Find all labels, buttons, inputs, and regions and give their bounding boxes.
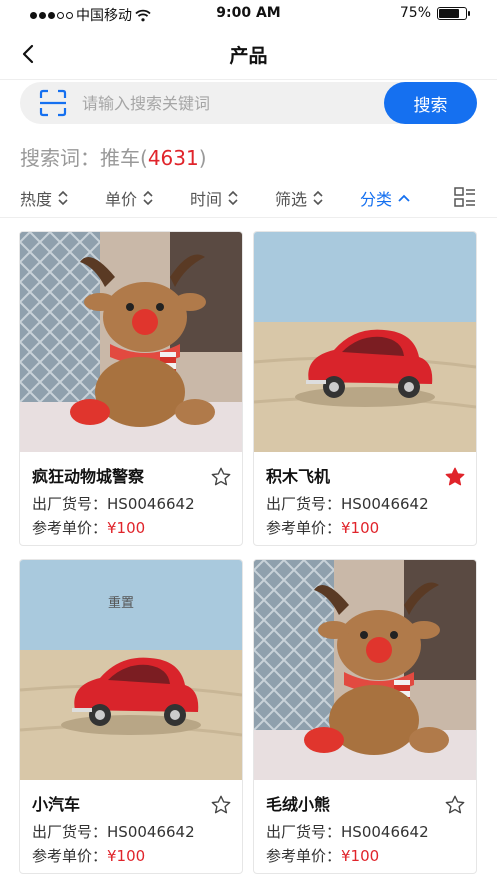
product-price-value: ¥100 xyxy=(341,847,380,865)
product-code: 出厂货号：HS0046642 xyxy=(266,821,429,842)
sort-filter-label: 筛选 xyxy=(275,190,308,209)
product-price: 参考单价：¥100 xyxy=(266,517,379,538)
star-filled-icon[interactable] xyxy=(444,466,466,488)
sort-updown-icon xyxy=(58,190,68,206)
product-code-value: HS0046642 xyxy=(107,823,195,841)
result-count: 4631 xyxy=(147,146,199,170)
product-code-label: 出厂货号： xyxy=(32,823,108,841)
sort-price-label: 单价 xyxy=(105,190,138,209)
product-name: 小汽车 xyxy=(32,795,81,814)
page-title: 产品 xyxy=(229,45,268,67)
search-bar: 搜索 xyxy=(20,82,477,124)
product-code-value: HS0046642 xyxy=(107,495,195,513)
sort-hot[interactable]: 热度 xyxy=(20,186,69,210)
sort-time-label: 时间 xyxy=(190,190,223,209)
search-keyword-summary: 搜索词：推车(4631) xyxy=(20,146,207,170)
sort-updown-icon xyxy=(313,190,323,206)
product-image xyxy=(254,560,476,780)
product-price-value: ¥100 xyxy=(341,519,380,537)
product-code-value: HS0046642 xyxy=(341,823,429,841)
battery-percent: 75% xyxy=(399,5,431,21)
product-price-label: 参考单价： xyxy=(266,519,342,537)
keyword-label: 搜索词： xyxy=(20,146,100,170)
search-input[interactable] xyxy=(82,90,382,116)
nav-bar: 产品 xyxy=(0,28,497,80)
sort-category-label: 分类 xyxy=(360,190,393,209)
scan-icon xyxy=(39,89,67,117)
star-outline-icon[interactable] xyxy=(210,794,232,816)
product-code-label: 出厂货号： xyxy=(266,823,342,841)
layout-toggle-button[interactable] xyxy=(453,185,477,209)
sort-time[interactable]: 时间 xyxy=(190,186,239,210)
battery-info: 75% xyxy=(399,5,470,21)
product-price-label: 参考单价： xyxy=(32,519,108,537)
battery-icon xyxy=(437,6,470,20)
product-image xyxy=(254,232,476,452)
product-card[interactable]: 毛绒小熊 出厂货号：HS0046642 参考单价：¥100 xyxy=(253,559,477,874)
product-name: 疯狂动物城警察 xyxy=(32,467,145,486)
product-image xyxy=(20,232,242,452)
product-price-value: ¥100 xyxy=(107,847,146,865)
sort-price[interactable]: 单价 xyxy=(105,186,154,210)
product-image: 重置 xyxy=(20,560,242,780)
product-price-label: 参考单价： xyxy=(32,847,108,865)
product-card[interactable]: 疯狂动物城警察 出厂货号：HS0046642 参考单价：¥100 xyxy=(19,231,243,546)
product-code: 出厂货号：HS0046642 xyxy=(32,493,195,514)
keyword-term: 推车 xyxy=(100,146,140,170)
product-price: 参考单价：¥100 xyxy=(266,845,379,866)
product-code-value: HS0046642 xyxy=(341,495,429,513)
star-outline-icon[interactable] xyxy=(444,794,466,816)
product-name: 毛绒小熊 xyxy=(266,795,331,814)
sort-updown-icon xyxy=(143,190,153,206)
product-price: 参考单价：¥100 xyxy=(32,517,145,538)
scan-button[interactable] xyxy=(38,89,68,117)
status-bar: 中国移动 9:00 AM 75% xyxy=(0,0,497,28)
product-name: 积木飞机 xyxy=(266,467,331,486)
sort-filter[interactable]: 筛选 xyxy=(275,186,324,210)
product-card[interactable]: 重置 小汽车 出厂货号：HS0046642 参考单价：¥100 xyxy=(19,559,243,874)
sort-bar: 热度 单价 时间 筛选 分类 xyxy=(0,180,497,218)
product-code: 出厂货号：HS0046642 xyxy=(266,493,429,514)
product-card[interactable]: 积木飞机 出厂货号：HS0046642 参考单价：¥100 xyxy=(253,231,477,546)
product-code-label: 出厂货号： xyxy=(266,495,342,513)
sort-updown-icon xyxy=(228,190,238,206)
sort-category[interactable]: 分类 xyxy=(360,186,411,210)
product-code: 出厂货号：HS0046642 xyxy=(32,821,195,842)
product-code-label: 出厂货号： xyxy=(32,495,108,513)
chevron-up-icon xyxy=(398,194,410,202)
product-price-value: ¥100 xyxy=(107,519,146,537)
sort-hot-label: 热度 xyxy=(20,190,53,209)
star-outline-icon[interactable] xyxy=(210,466,232,488)
search-button[interactable]: 搜索 xyxy=(384,82,477,124)
product-price: 参考单价：¥100 xyxy=(32,845,145,866)
product-price-label: 参考单价： xyxy=(266,847,342,865)
list-layout-icon xyxy=(454,187,475,207)
reset-overlay-label[interactable]: 重置 xyxy=(108,592,134,611)
